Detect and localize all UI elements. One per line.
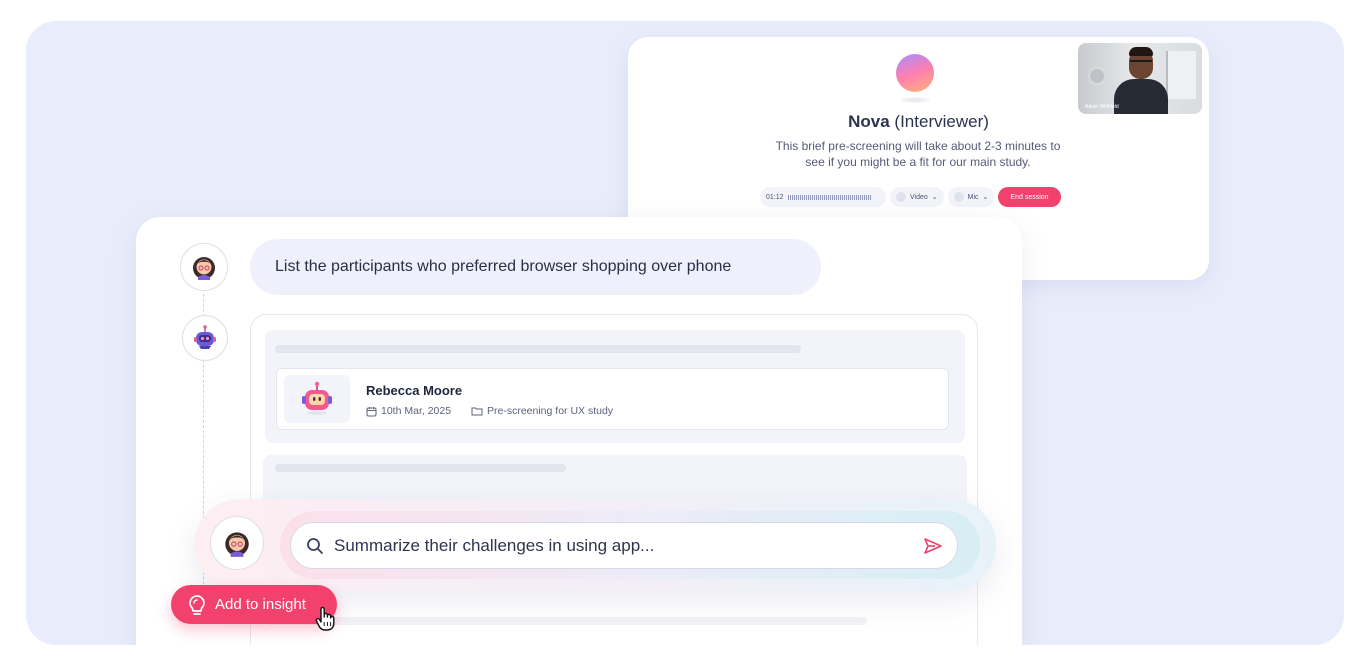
agent-description: This brief pre-screening will take about… (775, 139, 1061, 169)
hand-cursor-icon (315, 606, 335, 631)
response-panel: Rebecca Moore 10th Mar, 2025 Pre-screeni… (250, 314, 978, 645)
background-panel: Nova (Interviewer) This brief pre-screen… (26, 21, 1344, 645)
video-toggle-button[interactable]: Video ⌄ (890, 187, 944, 207)
result-date-text: 10th Mar, 2025 (381, 405, 452, 417)
result-study-text: Pre-screening for UX study (487, 405, 614, 417)
call-controls: 01:12 Video ⌄ Mic ⌄ End session (760, 185, 1078, 209)
participant-video: Adam Whitfield (1078, 43, 1202, 114)
participant-result-row[interactable]: Rebecca Moore 10th Mar, 2025 Pre-screeni… (276, 368, 949, 430)
send-icon[interactable] (923, 536, 943, 556)
prompt-input[interactable]: Summarize their challenges in using app.… (290, 522, 958, 569)
orb-shadow (900, 97, 930, 103)
result-study: Pre-screening for UX study (471, 405, 613, 417)
prompt-text: Summarize their challenges in using app.… (334, 535, 655, 555)
result-date: 10th Mar, 2025 (366, 405, 451, 417)
search-icon (307, 537, 323, 554)
skeleton-line (275, 464, 566, 472)
skeleton-line (267, 617, 867, 625)
user-query-bubble: List the participants who preferred brow… (250, 239, 821, 295)
video-participant-name: Adam Whitfield (1085, 104, 1119, 110)
lightbulb-icon (189, 594, 205, 615)
end-session-button[interactable]: End session (998, 187, 1061, 207)
agent-title: Nova (Interviewer) (628, 112, 1209, 132)
nova-orb-icon (896, 54, 934, 92)
add-to-insight-button[interactable]: Add to insight (171, 585, 337, 624)
agent-role: (Interviewer) (894, 112, 989, 131)
participant-name: Rebecca Moore (366, 383, 463, 398)
mic-toggle-button[interactable]: Mic ⌄ (947, 187, 995, 207)
robot-avatar-icon (182, 315, 228, 361)
mic-icon (953, 192, 964, 202)
audio-waveform-icon (787, 194, 871, 200)
person-silhouette (1114, 79, 1168, 114)
result-group: Rebecca Moore 10th Mar, 2025 Pre-screeni… (265, 330, 965, 443)
user-avatar-icon (180, 243, 228, 291)
mic-label: Mic (967, 193, 979, 201)
user-avatar-icon (210, 516, 264, 570)
timer-pill: 01:12 (760, 187, 886, 207)
robot-thumbnail-icon (284, 375, 350, 423)
prompt-bar: Summarize their challenges in using app.… (194, 499, 996, 591)
chevron-down-icon: ⌄ (982, 194, 989, 201)
agent-name: Nova (848, 112, 890, 131)
skeleton-line (275, 345, 801, 353)
video-label: Video (910, 193, 928, 201)
calendar-icon (366, 406, 377, 416)
mic-icon (896, 192, 906, 202)
call-timer: 01:12 (766, 193, 784, 201)
add-to-insight-label: Add to insight (215, 596, 306, 613)
folder-icon (471, 407, 483, 416)
chevron-down-icon: ⌄ (931, 194, 938, 201)
